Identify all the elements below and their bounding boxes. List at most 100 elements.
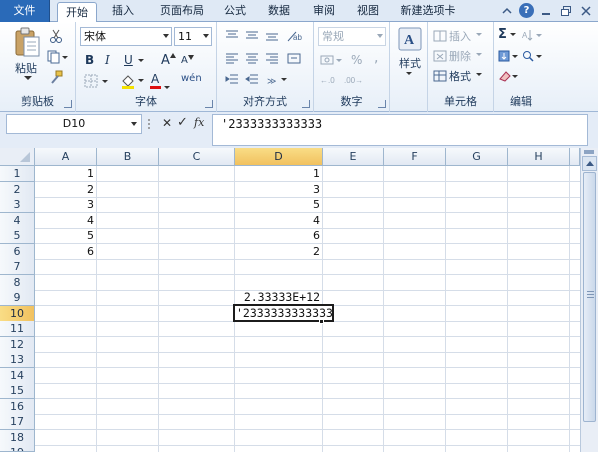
copy-icon[interactable] <box>47 50 69 64</box>
indent-icons[interactable]: ≫ <box>225 73 309 87</box>
row-header-16[interactable]: 16 <box>0 398 35 415</box>
insert-cells-button[interactable]: 插入 <box>449 28 471 44</box>
cell-d10-editor[interactable]: '2333333333333 <box>236 306 332 321</box>
styles-button[interactable]: 样式 <box>399 55 421 71</box>
row-header-13[interactable]: 13 <box>0 352 35 368</box>
styles-icon[interactable]: A <box>398 27 422 51</box>
cut-icon[interactable] <box>49 29 63 43</box>
bold-button[interactable]: B <box>85 53 94 67</box>
clear-icon[interactable] <box>498 69 520 83</box>
row-header-12[interactable]: 12 <box>0 336 35 353</box>
row-header-15[interactable]: 15 <box>0 383 35 399</box>
insert-dropdown-icon[interactable] <box>476 33 482 37</box>
paste-button[interactable]: 粘贴 <box>15 60 37 76</box>
clipboard-launcher-icon[interactable] <box>64 100 72 108</box>
cell-d1[interactable]: 1 <box>235 166 323 181</box>
column-header-a[interactable]: A <box>35 148 97 166</box>
cell-a3[interactable]: 3 <box>35 197 97 212</box>
column-header-b[interactable]: B <box>97 148 159 166</box>
cell-d3[interactable]: 5 <box>235 197 323 212</box>
tab-new-tab[interactable]: 新建选项卡 <box>396 0 460 22</box>
restore-icon[interactable] <box>558 3 574 19</box>
autosum-button[interactable]: Σ <box>498 27 507 42</box>
styles-dropdown-icon[interactable] <box>406 72 412 76</box>
number-launcher-icon[interactable] <box>378 100 386 108</box>
delete-dropdown-icon[interactable] <box>476 53 482 57</box>
row-header-17[interactable]: 17 <box>0 414 35 430</box>
row-header-4[interactable]: 4 <box>0 212 35 229</box>
row-header-9[interactable]: 9 <box>0 290 35 306</box>
paste-icon[interactable] <box>14 27 42 59</box>
format-cells-button[interactable]: 格式 <box>449 68 471 84</box>
close-icon[interactable] <box>578 3 594 19</box>
font-launcher-icon[interactable] <box>205 100 213 108</box>
column-header-g[interactable]: G <box>446 148 508 166</box>
paste-dropdown-icon[interactable] <box>24 76 32 82</box>
insert-function-button[interactable]: fx <box>194 116 204 129</box>
column-header-e[interactable]: E <box>323 148 384 166</box>
cell-d2[interactable]: 3 <box>235 182 323 197</box>
help-icon[interactable]: ? <box>519 3 534 18</box>
cell-a1[interactable]: 1 <box>35 166 97 181</box>
format-painter-icon[interactable] <box>49 70 63 84</box>
row-header-14[interactable]: 14 <box>0 367 35 384</box>
scroll-thumb[interactable] <box>583 172 596 422</box>
formula-input[interactable]: '2333333333333 <box>212 114 588 146</box>
phonetic-button[interactable]: wén <box>181 73 202 84</box>
cell-d6[interactable]: 2 <box>235 244 323 259</box>
cell-d9[interactable]: 2.33333E+12 <box>235 290 323 305</box>
vertical-align-icons[interactable]: ab <box>225 29 309 43</box>
italic-button[interactable]: I <box>105 53 110 67</box>
font-color-button[interactable]: A <box>151 72 159 86</box>
sort-filter-icon[interactable]: A <box>522 28 544 42</box>
tab-file[interactable]: 文件 <box>0 0 50 22</box>
column-header-partial[interactable] <box>570 148 580 166</box>
row-header-18[interactable]: 18 <box>0 429 35 446</box>
font-family-select[interactable]: 宋体 <box>80 27 172 46</box>
row-header-11[interactable]: 11 <box>0 321 35 337</box>
fill-icon[interactable] <box>498 49 520 63</box>
grow-font-button[interactable]: A <box>161 53 170 68</box>
currency-icon[interactable] <box>320 53 344 67</box>
insert-cells-icon[interactable] <box>433 30 447 42</box>
tab-data[interactable]: 数据 <box>262 0 296 22</box>
format-dropdown-icon[interactable] <box>476 73 482 77</box>
row-header-8[interactable]: 8 <box>0 274 35 291</box>
borders-icon[interactable] <box>84 74 110 88</box>
shrink-font-button[interactable]: A <box>181 55 188 66</box>
cell-a5[interactable]: 5 <box>35 228 97 243</box>
enter-button[interactable]: ✓ <box>177 115 188 130</box>
row-header-6[interactable]: 6 <box>0 243 35 260</box>
fill-handle[interactable] <box>319 319 324 324</box>
format-cells-icon[interactable] <box>433 70 447 82</box>
split-box[interactable] <box>584 150 594 154</box>
cell-a6[interactable]: 6 <box>35 244 97 259</box>
row-header-19[interactable]: 19 <box>0 445 35 452</box>
tab-insert[interactable]: 插入 <box>105 0 141 22</box>
tab-page-layout[interactable]: 页面布局 <box>151 0 213 22</box>
worksheet-grid[interactable]: A B C D E F G H 1 2 3 4 5 6 7 8 9 10 11 … <box>0 148 598 452</box>
percent-button[interactable]: % <box>351 53 362 67</box>
name-box[interactable]: D10 <box>6 114 142 134</box>
row-header-1[interactable]: 1 <box>0 166 35 182</box>
delete-cells-button[interactable]: 删除 <box>449 48 471 64</box>
tab-home[interactable]: 开始 <box>57 2 97 23</box>
cell-d4[interactable]: 4 <box>235 213 323 228</box>
column-header-d[interactable]: D <box>235 148 323 166</box>
comma-button[interactable]: , <box>374 50 378 66</box>
autosum-dropdown-icon[interactable] <box>510 33 516 37</box>
scroll-up-button[interactable] <box>582 156 597 171</box>
column-header-c[interactable]: C <box>159 148 235 166</box>
cell-a2[interactable]: 2 <box>35 182 97 197</box>
tab-formulas[interactable]: 公式 <box>219 0 251 22</box>
underline-dropdown-icon[interactable] <box>138 59 144 63</box>
cancel-entry-button[interactable]: ✕ <box>162 116 172 130</box>
underline-button[interactable]: U <box>124 53 133 67</box>
row-header-3[interactable]: 3 <box>0 197 35 213</box>
delete-cells-icon[interactable] <box>433 50 447 62</box>
row-header-7[interactable]: 7 <box>0 259 35 275</box>
column-header-h[interactable]: H <box>508 148 570 166</box>
horizontal-align-icons[interactable] <box>225 52 309 66</box>
row-header-2[interactable]: 2 <box>0 181 35 198</box>
alignment-launcher-icon[interactable] <box>302 100 310 108</box>
